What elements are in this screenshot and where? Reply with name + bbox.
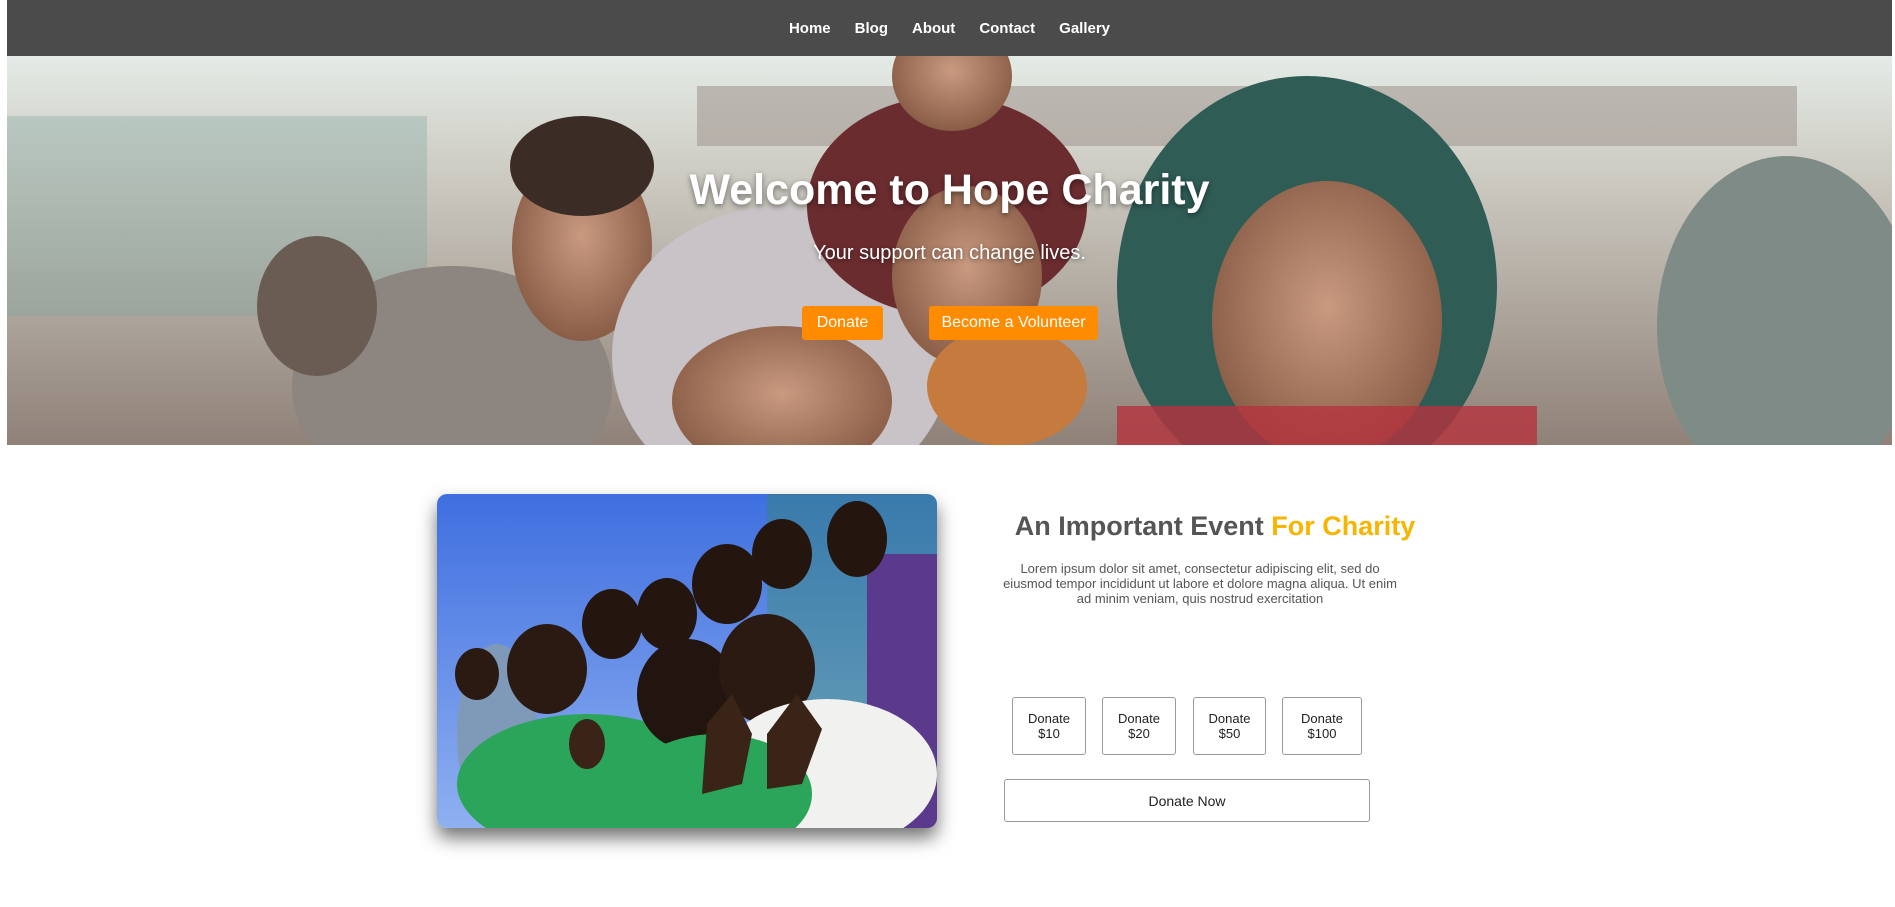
nav-link-about[interactable]: About [912,20,955,37]
donate-100-button[interactable]: Donate $100 [1282,697,1362,755]
donate-50-label: Donate [1208,711,1251,726]
nav-link-home[interactable]: Home [789,20,831,37]
nav-link-blog[interactable]: Blog [855,20,888,37]
event-description: Lorem ipsum dolor sit amet, consectetur … [1003,561,1397,606]
event-title-main: An Important Event [1014,511,1264,541]
donate-50-button[interactable]: Donate $50 [1193,697,1266,755]
donate-20-label: Donate [1118,711,1160,726]
hero-tagline: Your support can change lives. [813,242,1086,264]
hero-donate-button[interactable]: Donate [802,306,883,340]
children-group-photo [437,494,937,828]
donate-100-amount: $100 [1307,726,1337,741]
nav-link-contact[interactable]: Contact [979,20,1035,37]
become-volunteer-button[interactable]: Become a Volunteer [929,306,1098,340]
donate-now-button[interactable]: Donate Now [1004,779,1370,822]
donate-100-label: Donate [1301,711,1343,726]
donate-10-amount: $10 [1038,726,1060,741]
event-title: An Important Event For Charity [1000,511,1430,542]
event-title-accent: For Charity [1271,511,1416,541]
hero-title: Welcome to Hope Charity [689,166,1210,214]
hero-content: Welcome to Hope Charity Your support can… [7,56,1892,445]
donate-20-button[interactable]: Donate $20 [1102,697,1176,755]
top-navigation: Home Blog About Contact Gallery [7,0,1892,56]
event-photo [437,494,937,828]
donate-10-label: Donate [1028,711,1070,726]
donate-10-button[interactable]: Donate $10 [1012,697,1086,755]
donate-20-amount: $20 [1128,726,1150,741]
nav-link-gallery[interactable]: Gallery [1059,20,1110,37]
donate-50-amount: $50 [1218,726,1241,741]
hero-banner: Welcome to Hope Charity Your support can… [7,56,1892,445]
